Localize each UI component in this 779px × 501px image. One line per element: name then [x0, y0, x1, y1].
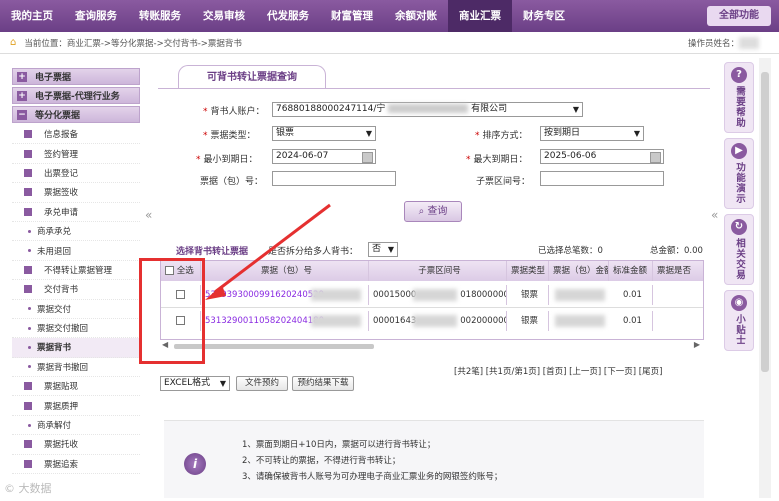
watermark: © 大数据: [4, 482, 52, 495]
annotation-arrow: [205, 203, 331, 300]
